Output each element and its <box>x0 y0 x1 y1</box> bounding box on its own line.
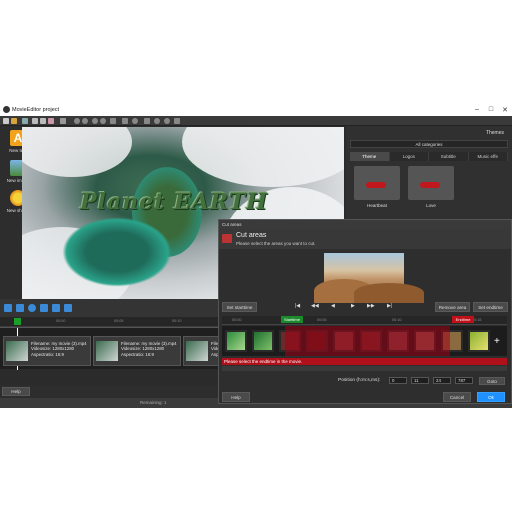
ruler-tick: 00:00 <box>232 318 242 322</box>
theme-item-label: Love <box>426 203 436 208</box>
rotate-icon[interactable] <box>28 304 36 312</box>
dialog-controls: Set starttime |◀ ◀◀ ◀ ▶ ▶▶ ▶| Remove are… <box>219 301 511 313</box>
cut-icon[interactable] <box>32 118 38 124</box>
title-bar: MovieEditor project – □ ✕ <box>0 103 512 116</box>
close-button[interactable]: ✕ <box>498 103 512 116</box>
ruler-tick: 00:05 <box>317 318 327 322</box>
endtime-marker[interactable]: Endtime <box>452 316 474 323</box>
fit-icon[interactable] <box>110 118 116 124</box>
themes-tabs: Theme Logos Subtitle Music effe <box>350 152 508 161</box>
dialog-title-bar: Cut areas <box>219 220 511 229</box>
main-toolbar <box>0 116 512 126</box>
settings-icon[interactable] <box>154 118 160 124</box>
dialog-subheading: Please select the areas you want to cut. <box>236 241 316 246</box>
dialog-header: Cut areas Please select the areas you wa… <box>219 229 511 249</box>
category-select[interactable]: All categories <box>350 140 508 148</box>
add-cut-icon[interactable]: + <box>494 336 500 347</box>
error-message: Please select the endtime in the movie. <box>222 358 507 365</box>
timeline-ruler[interactable]: 00:00 00:05 00:10 <box>0 317 218 327</box>
timeline-clip[interactable]: Filename: my movie (3).mp4 Videosize: 12… <box>93 336 181 366</box>
undo-icon[interactable] <box>74 118 80 124</box>
record-icon[interactable] <box>132 118 138 124</box>
dialog-heading: Cut areas <box>236 232 267 239</box>
position-hours-field[interactable]: 0 <box>389 377 407 384</box>
video-track[interactable]: Filename: my movie (3).mp4 Videosize: 12… <box>0 327 223 370</box>
ruler-tick: 00:10 <box>392 318 402 322</box>
app-logo-icon <box>3 106 10 113</box>
zoom-in-icon[interactable] <box>92 118 98 124</box>
film-cut-icon <box>222 234 232 243</box>
ruler-tick: 00:00 <box>56 319 66 323</box>
theme-thumbnail <box>354 166 400 200</box>
goto-button[interactable]: Goto <box>479 377 505 385</box>
add-icon[interactable] <box>4 304 12 312</box>
minimize-button[interactable]: – <box>470 103 484 116</box>
fast-forward-button[interactable]: ▶▶ <box>367 303 375 309</box>
position-label: Position (h:m:s,ms): <box>338 378 381 383</box>
tab-subtitle[interactable]: Subtitle <box>429 152 469 161</box>
timeline-clip[interactable]: Filename: my movie (3).mp4 Videosize: 12… <box>3 336 91 366</box>
marker-icon[interactable] <box>144 118 150 124</box>
help-button[interactable]: Help <box>2 387 30 396</box>
clip-thumbnail <box>186 341 208 361</box>
zoom-out-icon[interactable] <box>100 118 106 124</box>
timeline-toolbar <box>0 299 218 317</box>
export-icon[interactable] <box>174 118 180 124</box>
maximize-button[interactable]: □ <box>484 103 498 116</box>
skip-end-button[interactable]: ▶| <box>387 303 392 309</box>
filmstrip[interactable]: + <box>222 326 507 356</box>
ruler-tick: 00:05 <box>114 319 124 323</box>
cut-area-selection[interactable] <box>285 326 450 356</box>
themes-panel-title: Themes <box>485 130 504 136</box>
theme-item-label: Heartbeat <box>367 203 387 208</box>
window-title: MovieEditor project <box>12 106 60 113</box>
rewind-button[interactable]: ◀◀ <box>311 303 319 309</box>
tab-logos[interactable]: Logos <box>389 152 429 161</box>
add-media-icon[interactable] <box>16 304 24 312</box>
play-icon[interactable] <box>122 118 128 124</box>
delete-icon[interactable] <box>60 118 66 124</box>
preview-title-text[interactable]: Planet EARTH <box>80 189 268 215</box>
clip-thumbnail <box>6 341 28 361</box>
position-ms-field[interactable]: 787 <box>455 377 473 384</box>
play-button[interactable]: ▶ <box>351 303 355 309</box>
copy-icon[interactable] <box>40 118 46 124</box>
theme-item-love[interactable]: Love <box>408 166 454 208</box>
transition-icon[interactable] <box>64 304 72 312</box>
tab-theme[interactable]: Theme <box>350 152 390 161</box>
info-icon[interactable] <box>164 118 170 124</box>
new-file-icon[interactable] <box>3 118 9 124</box>
ok-button[interactable]: Ok <box>477 392 505 402</box>
horizontal-scrollbar[interactable] <box>222 366 507 371</box>
position-minutes-field[interactable]: 11 <box>411 377 429 384</box>
tab-music-effects[interactable]: Music effe <box>468 152 508 161</box>
set-starttime-button[interactable]: Set starttime <box>222 302 257 312</box>
split-icon[interactable] <box>40 304 48 312</box>
set-endtime-button[interactable]: Set endtime <box>473 302 508 312</box>
status-text: Remaining: 1 <box>140 400 167 405</box>
paste-icon[interactable] <box>48 118 54 124</box>
redo-icon[interactable] <box>82 118 88 124</box>
cut-areas-dialog: Cut areas Cut areas Please select the ar… <box>218 219 512 404</box>
theme-thumbnail <box>408 166 454 200</box>
dialog-help-button[interactable]: Help <box>222 392 250 402</box>
clip-thumbnail <box>96 341 118 361</box>
timeline-clip[interactable]: Filen Video Aspec <box>183 336 223 366</box>
clip-info: Filename: my movie (3).mp4 Videosize: 12… <box>31 341 87 357</box>
cancel-button[interactable]: Cancel <box>443 392 471 402</box>
open-folder-icon[interactable] <box>11 118 17 124</box>
skip-start-button[interactable]: |◀ <box>295 303 300 309</box>
clip-info: Filename: my movie (3).mp4 Videosize: 12… <box>121 341 177 357</box>
ruler-tick: 00:10 <box>172 319 182 323</box>
playhead-marker[interactable] <box>14 318 21 325</box>
bottom-left-bar: Help <box>0 385 218 398</box>
theme-item-heartbeat[interactable]: Heartbeat <box>354 166 400 208</box>
remove-area-button[interactable]: Remove area <box>435 302 470 312</box>
dialog-preview <box>314 253 424 303</box>
starttime-marker[interactable]: Starttime <box>281 316 303 323</box>
scissors-icon[interactable] <box>52 304 60 312</box>
position-seconds-field[interactable]: 24 <box>433 377 451 384</box>
step-back-button[interactable]: ◀ <box>331 303 335 309</box>
save-icon[interactable] <box>22 118 28 124</box>
